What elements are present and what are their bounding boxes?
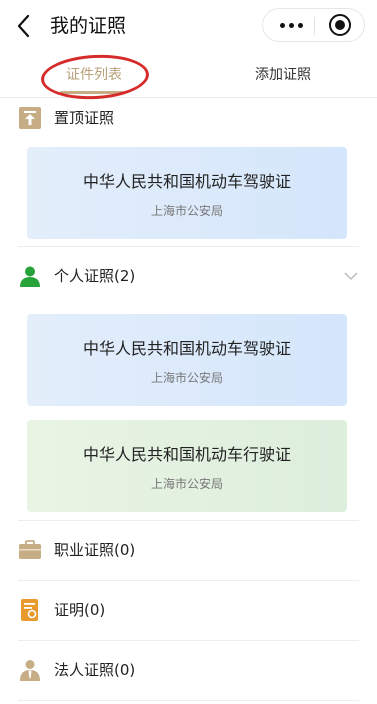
divider <box>18 700 359 701</box>
section-personal-label: 个人证照(2) <box>54 267 136 285</box>
target-close-icon[interactable] <box>329 14 351 36</box>
section-personal[interactable]: 个人证照(2) <box>0 256 377 296</box>
certificate-icon <box>18 598 42 622</box>
legal-person-icon <box>18 658 42 682</box>
divider <box>18 246 359 247</box>
card-issuer: 上海市公安局 <box>150 204 223 218</box>
section-pinned-label: 置顶证照 <box>54 109 115 127</box>
person-icon <box>18 264 42 288</box>
red-circle-annotation <box>39 52 151 102</box>
section-certificates[interactable]: 证明(0) <box>0 590 377 630</box>
card-issuer: 上海市公安局 <box>150 477 223 491</box>
capsule-divider <box>314 17 315 35</box>
personal-card-driver-license[interactable]: 中华人民共和国机动车驾驶证 上海市公安局 <box>27 314 347 406</box>
pin-top-icon <box>18 106 42 130</box>
card-title: 中华人民共和国机动车驾驶证 <box>82 172 291 191</box>
section-legal-label: 法人证照(0) <box>54 661 136 679</box>
tab-add-certificate[interactable]: 添加证照 <box>255 66 311 84</box>
section-legal[interactable]: 法人证照(0) <box>0 650 377 690</box>
nav-bar: 我的证照 <box>0 0 377 52</box>
card-title: 中华人民共和国机动车驾驶证 <box>82 339 291 358</box>
divider <box>18 520 359 521</box>
briefcase-icon <box>18 538 42 562</box>
tab-bar: 证件列表 添加证照 <box>0 52 377 102</box>
section-professional[interactable]: 职业证照(0) <box>0 530 377 570</box>
pinned-card-driver-license[interactable]: 中华人民共和国机动车驾驶证 上海市公安局 <box>27 147 347 239</box>
card-issuer: 上海市公安局 <box>150 371 223 385</box>
page-title: 我的证照 <box>50 15 127 37</box>
divider <box>18 580 359 581</box>
mini-program-capsule <box>262 8 365 42</box>
section-pinned: 置顶证照 <box>0 98 377 138</box>
section-professional-label: 职业证照(0) <box>54 541 136 559</box>
divider <box>18 640 359 641</box>
personal-card-vehicle-license[interactable]: 中华人民共和国机动车行驶证 上海市公安局 <box>27 420 347 512</box>
section-certificates-label: 证明(0) <box>54 601 106 619</box>
back-arrow-icon[interactable] <box>12 12 36 40</box>
chevron-down-icon[interactable] <box>343 268 359 284</box>
more-dots-icon[interactable] <box>271 9 311 41</box>
card-title: 中华人民共和国机动车行驶证 <box>82 445 291 464</box>
